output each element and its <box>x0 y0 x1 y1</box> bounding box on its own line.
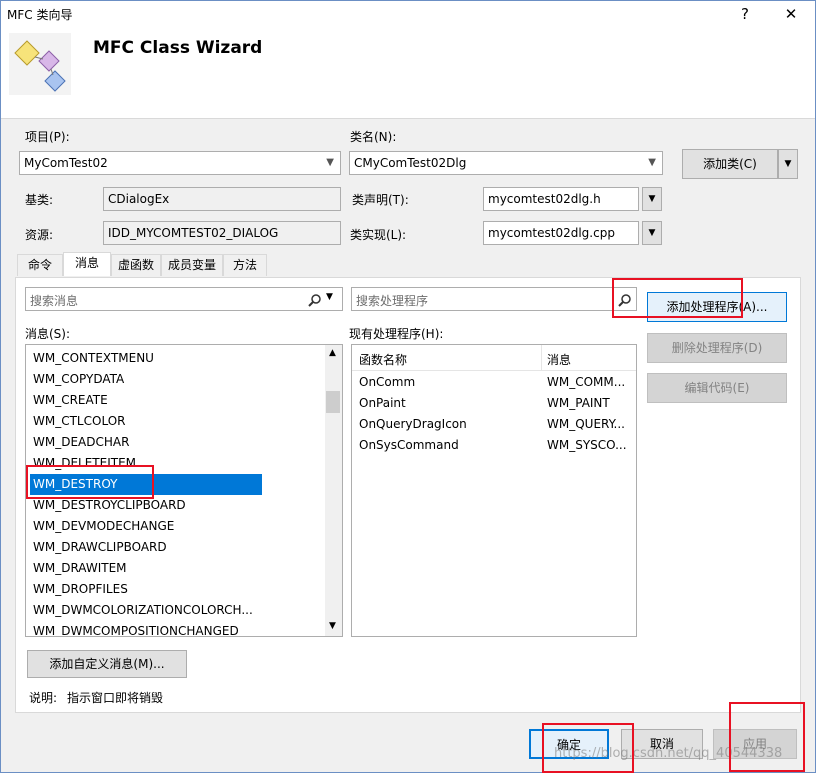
chevron-down-icon: ▼ <box>648 157 656 168</box>
column-header-message[interactable]: 消息 <box>547 351 571 368</box>
list-item[interactable]: WM_CONTEXTMENU <box>32 348 154 369</box>
handlers-label: 现有处理程序(H): <box>349 327 444 341</box>
class-decl-dropdown[interactable]: ▼ <box>642 187 662 211</box>
handler-func[interactable]: OnSysCommand <box>359 438 459 452</box>
add-class-button[interactable]: 添加类(C) <box>682 149 778 179</box>
tab-virtual-functions[interactable]: 虚函数 <box>111 254 161 276</box>
help-button[interactable]: ? <box>725 1 765 27</box>
annotation-box-add-handler <box>612 278 743 318</box>
column-divider[interactable] <box>541 345 542 371</box>
list-item[interactable]: WM_DWMCOLORIZATIONCOLORCH... <box>32 600 253 621</box>
class-decl-value: mycomtest02dlg.h <box>488 192 601 206</box>
handler-msg[interactable]: WM_COMM... <box>547 375 625 389</box>
handlers-listview[interactable]: 函数名称 消息 OnComm WM_COMM... OnPaint WM_PAI… <box>351 344 637 637</box>
tab-commands[interactable]: 命令 <box>17 254 63 276</box>
annotation-box-ok <box>542 723 634 773</box>
wizard-title: MFC Class Wizard <box>93 38 263 58</box>
tab-member-variables[interactable]: 成员变量 <box>161 254 223 276</box>
resource-value: IDD_MYCOMTEST02_DIALOG <box>108 226 279 240</box>
class-impl-dropdown[interactable]: ▼ <box>642 221 662 245</box>
class-decl-field[interactable]: mycomtest02dlg.h <box>483 187 639 211</box>
wizard-header: MFC Class Wizard <box>1 27 815 119</box>
handler-msg[interactable]: WM_QUERY... <box>547 417 625 431</box>
search-handlers-input[interactable]: 搜索处理程序 <box>351 287 637 311</box>
column-header-function[interactable]: 函数名称 <box>359 351 407 368</box>
handler-msg[interactable]: WM_PAINT <box>547 396 610 410</box>
description-label: 说明: <box>29 691 58 705</box>
annotation-box-apply <box>729 702 805 772</box>
close-button[interactable]: ✕ <box>771 1 811 27</box>
project-combo[interactable]: MyComTest02 ▼ <box>19 151 341 175</box>
tab-messages[interactable]: 消息 <box>63 252 111 276</box>
project-value: MyComTest02 <box>24 156 108 170</box>
resource-label: 资源: <box>25 228 54 242</box>
chevron-down-icon[interactable]: ▼ <box>326 292 333 302</box>
scrollbar-thumb[interactable] <box>326 391 340 413</box>
class-impl-value: mycomtest02dlg.cpp <box>488 226 615 240</box>
handler-func[interactable]: OnQueryDragIcon <box>359 417 467 431</box>
edit-code-button[interactable]: 编辑代码(E) <box>647 373 787 403</box>
list-item[interactable]: WM_CREATE <box>32 390 108 411</box>
chevron-down-icon: ▼ <box>648 194 656 204</box>
window-title: MFC 类向导 <box>7 8 73 22</box>
chevron-down-icon: ▼ <box>648 228 656 238</box>
base-label: 基类: <box>25 193 54 207</box>
title-bar: MFC 类向导 ? ✕ <box>1 1 815 27</box>
search-handlers-placeholder: 搜索处理程序 <box>356 294 429 308</box>
chevron-down-icon: ▼ <box>326 157 334 168</box>
list-item[interactable]: WM_DROPFILES <box>32 579 128 600</box>
list-item[interactable]: WM_DEADCHAR <box>32 432 129 453</box>
handler-msg[interactable]: WM_SYSCO... <box>547 438 627 452</box>
add-class-dropdown[interactable]: ▼ <box>778 149 798 179</box>
classname-combo[interactable]: CMyComTest02Dlg ▼ <box>349 151 663 175</box>
handlers-header: 函数名称 消息 <box>352 345 636 371</box>
classname-label: 类名(N): <box>350 130 397 144</box>
list-item[interactable]: WM_DRAWITEM <box>32 558 127 579</box>
list-item[interactable]: WM_CTLCOLOR <box>32 411 125 432</box>
class-impl-label: 类实现(L): <box>350 228 407 242</box>
search-icon[interactable] <box>308 293 322 307</box>
resource-field: IDD_MYCOMTEST02_DIALOG <box>103 221 341 245</box>
chevron-up-icon[interactable]: ▲ <box>329 348 336 358</box>
search-messages-input[interactable]: 搜索消息 ▼ <box>25 287 343 311</box>
mfc-class-wizard-window: MFC 类向导 ? ✕ MFC Class Wizard 项目(P): MyCo… <box>0 0 816 773</box>
handler-func[interactable]: OnPaint <box>359 396 406 410</box>
chevron-down-icon: ▼ <box>784 159 792 169</box>
handler-func[interactable]: OnComm <box>359 375 415 389</box>
add-custom-message-button[interactable]: 添加自定义消息(M)... <box>27 650 187 678</box>
delete-handler-button[interactable]: 删除处理程序(D) <box>647 333 787 363</box>
messages-scrollbar[interactable]: ▲ ▼ <box>325 345 342 636</box>
search-messages-placeholder: 搜索消息 <box>30 294 79 308</box>
base-field: CDialogEx <box>103 187 341 211</box>
annotation-box-destroy <box>26 465 154 499</box>
project-label: 项目(P): <box>25 130 70 144</box>
list-item[interactable]: WM_COPYDATA <box>32 369 124 390</box>
class-wizard-icon <box>9 33 71 95</box>
class-decl-label: 类声明(T): <box>352 193 409 207</box>
list-item[interactable]: WM_DRAWCLIPBOARD <box>32 537 167 558</box>
chevron-down-icon[interactable]: ▼ <box>329 621 336 631</box>
base-value: CDialogEx <box>108 192 170 206</box>
list-item[interactable]: WM_DWMCOMPOSITIONCHANGED <box>32 621 239 636</box>
tab-methods[interactable]: 方法 <box>223 254 267 276</box>
list-item[interactable]: WM_DEVMODECHANGE <box>32 516 174 537</box>
class-impl-field[interactable]: mycomtest02dlg.cpp <box>483 221 639 245</box>
messages-label: 消息(S): <box>25 327 71 341</box>
classname-value: CMyComTest02Dlg <box>354 156 467 170</box>
description-text: 指示窗口即将销毁 <box>67 691 164 705</box>
